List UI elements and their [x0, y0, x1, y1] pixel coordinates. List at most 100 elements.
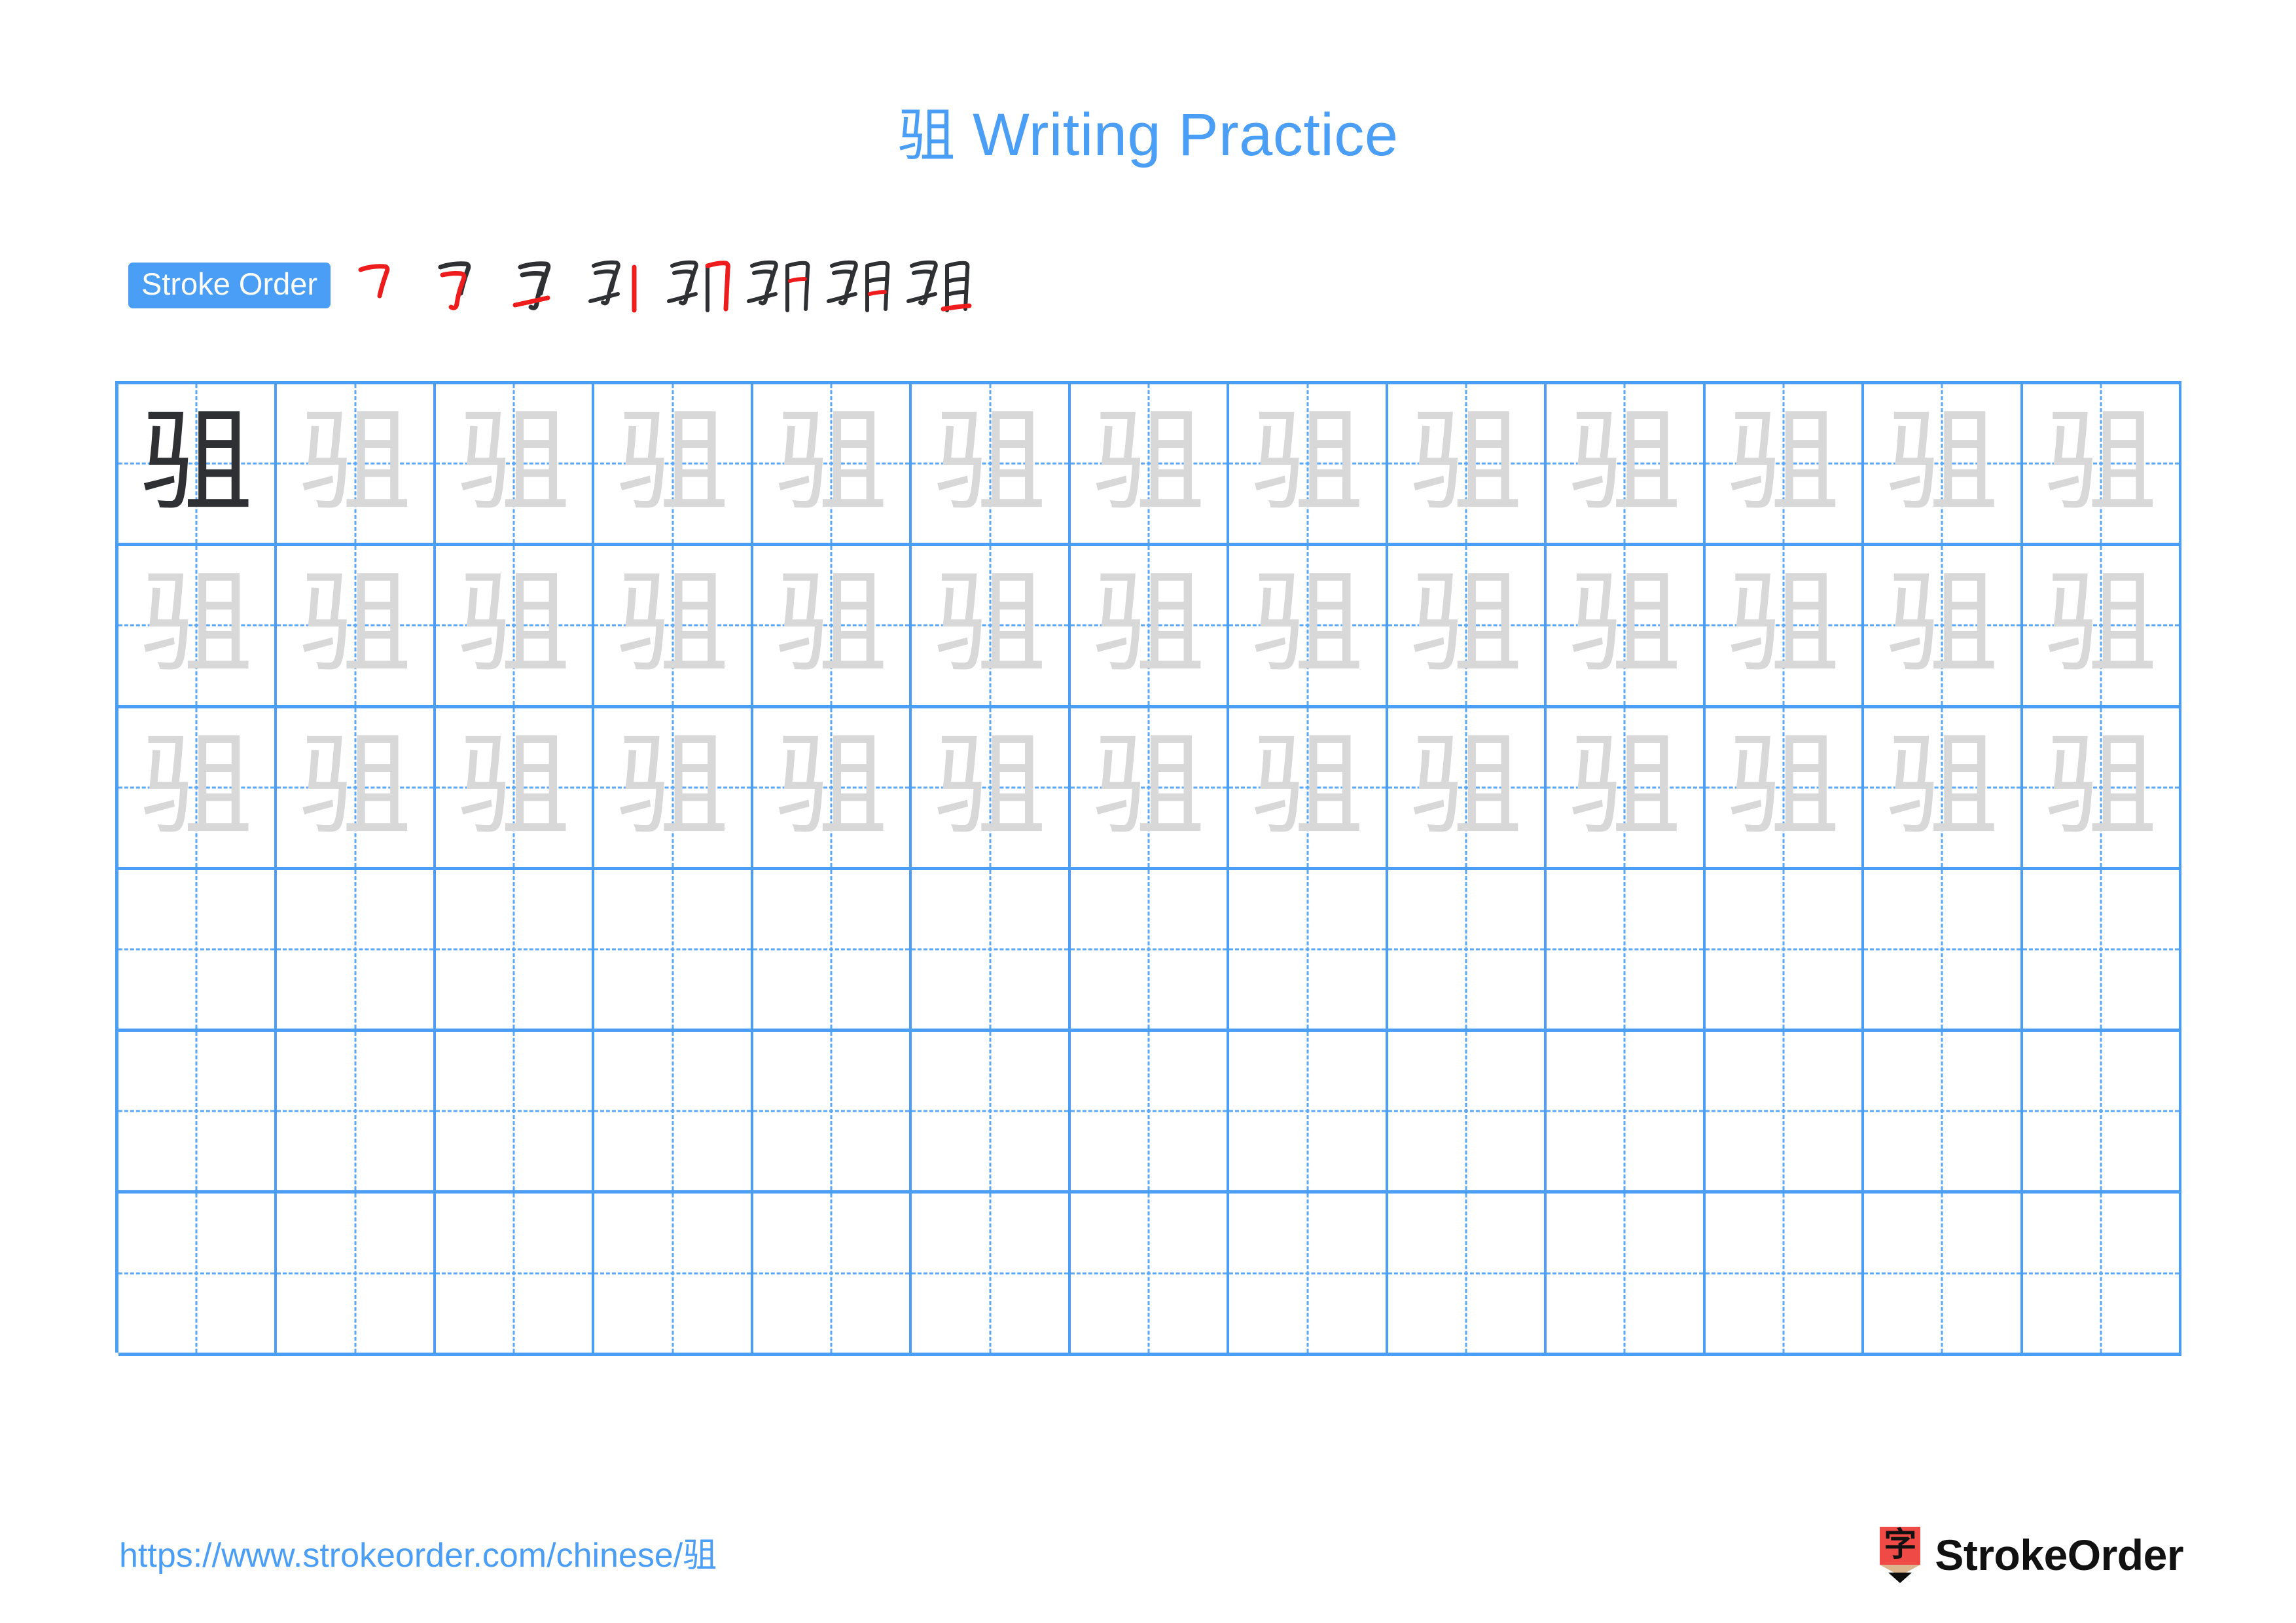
- practice-cell-trace[interactable]: 驵: [436, 708, 595, 867]
- practice-cell-trace[interactable]: 驵: [1229, 384, 1388, 543]
- trace-character: 驵: [2044, 395, 2157, 528]
- practice-cell-trace[interactable]: 驵: [753, 546, 912, 705]
- trace-character: 驵: [775, 557, 888, 689]
- trace-character: 驵: [933, 557, 1047, 689]
- stroke-step-8: [906, 253, 972, 318]
- practice-cell-blank[interactable]: [1547, 869, 1706, 1029]
- practice-cell-blank[interactable]: [1388, 1032, 1547, 1191]
- stroke-step-7: [827, 253, 892, 318]
- practice-cell-trace[interactable]: 驵: [1547, 708, 1706, 867]
- practice-cell-trace[interactable]: 驵: [594, 384, 753, 543]
- practice-cell-blank[interactable]: [2023, 869, 2182, 1029]
- practice-cell-trace[interactable]: 驵: [436, 546, 595, 705]
- practice-cell-trace[interactable]: 驵: [594, 546, 753, 705]
- practice-cell-blank[interactable]: [912, 869, 1071, 1029]
- practice-cell-trace[interactable]: 驵: [594, 708, 753, 867]
- practice-cell-blank[interactable]: [1706, 1194, 1865, 1353]
- practice-cell-blank[interactable]: [594, 869, 753, 1029]
- practice-cell-blank[interactable]: [912, 1194, 1071, 1353]
- practice-cell-trace[interactable]: 驵: [2023, 546, 2182, 705]
- practice-cell-blank[interactable]: [277, 1032, 436, 1191]
- practice-cell-blank[interactable]: [753, 1194, 912, 1353]
- practice-cell-blank[interactable]: [1864, 1194, 2023, 1353]
- practice-cell-trace[interactable]: 驵: [1071, 384, 1230, 543]
- practice-cell-blank[interactable]: [1229, 1032, 1388, 1191]
- practice-cell-blank[interactable]: [118, 869, 278, 1029]
- practice-row: 驵驵驵驵驵驵驵驵驵驵驵驵驵: [118, 546, 2182, 708]
- practice-cell-blank[interactable]: [1388, 1194, 1547, 1353]
- practice-cell-blank[interactable]: [118, 1032, 278, 1191]
- practice-cell-blank[interactable]: [594, 1032, 753, 1191]
- practice-cell-trace[interactable]: 驵: [436, 384, 595, 543]
- practice-cell-trace[interactable]: 驵: [1071, 546, 1230, 705]
- practice-cell-blank[interactable]: [1388, 869, 1547, 1029]
- practice-cell-trace[interactable]: 驵: [118, 708, 278, 867]
- practice-cell-blank[interactable]: [1071, 869, 1230, 1029]
- practice-cell-blank[interactable]: [1071, 1194, 1230, 1353]
- practice-cell-trace[interactable]: 驵: [1229, 546, 1388, 705]
- practice-cell-blank[interactable]: [436, 1194, 595, 1353]
- practice-cell-trace[interactable]: 驵: [1229, 708, 1388, 867]
- practice-cell-trace[interactable]: 驵: [1864, 384, 2023, 543]
- practice-cell-blank[interactable]: [1229, 1194, 1388, 1353]
- practice-row: 驵驵驵驵驵驵驵驵驵驵驵驵驵: [118, 384, 2182, 547]
- stroke-step-1: [348, 253, 413, 318]
- practice-cell-trace[interactable]: 驵: [1706, 384, 1865, 543]
- practice-cell-blank[interactable]: [277, 1194, 436, 1353]
- trace-character: 驵: [1092, 395, 1206, 528]
- practice-cell-blank[interactable]: [753, 869, 912, 1029]
- practice-cell-trace[interactable]: 驵: [277, 708, 436, 867]
- practice-cell-trace[interactable]: 驵: [1071, 708, 1230, 867]
- practice-cell-trace[interactable]: 驵: [1706, 708, 1865, 867]
- practice-cell-trace[interactable]: 驵: [753, 384, 912, 543]
- practice-row: [118, 869, 2182, 1032]
- practice-cell-trace[interactable]: 驵: [118, 546, 278, 705]
- practice-cell-blank[interactable]: [594, 1194, 753, 1353]
- practice-cell-blank[interactable]: [1229, 869, 1388, 1029]
- practice-cell-trace[interactable]: 驵: [277, 546, 436, 705]
- practice-cell-model[interactable]: 驵: [118, 384, 278, 543]
- practice-cell-trace[interactable]: 驵: [1388, 546, 1547, 705]
- trace-character: 驵: [1251, 719, 1364, 851]
- practice-cell-trace[interactable]: 驵: [2023, 708, 2182, 867]
- practice-cell-blank[interactable]: [1547, 1194, 1706, 1353]
- trace-character: 驵: [775, 395, 888, 528]
- footer-logo[interactable]: 字 StrokeOrder: [1880, 1519, 2183, 1591]
- practice-cell-blank[interactable]: [277, 869, 436, 1029]
- stroke-order-section: Stroke Order: [128, 254, 986, 317]
- practice-cell-trace[interactable]: 驵: [912, 384, 1071, 543]
- practice-cell-trace[interactable]: 驵: [277, 384, 436, 543]
- practice-cell-blank[interactable]: [1071, 1032, 1230, 1191]
- practice-cell-blank[interactable]: [436, 869, 595, 1029]
- practice-cell-blank[interactable]: [436, 1032, 595, 1191]
- practice-cell-trace[interactable]: 驵: [1864, 708, 2023, 867]
- practice-cell-blank[interactable]: [912, 1032, 1071, 1191]
- trace-character: 驵: [140, 719, 253, 851]
- practice-cell-trace[interactable]: 驵: [1547, 384, 1706, 543]
- practice-cell-blank[interactable]: [753, 1032, 912, 1191]
- practice-cell-blank[interactable]: [1864, 1032, 2023, 1191]
- practice-cell-trace[interactable]: 驵: [1547, 546, 1706, 705]
- practice-cell-blank[interactable]: [1547, 1032, 1706, 1191]
- stroke-step-6: [747, 253, 812, 318]
- stroke-step-4: [587, 253, 653, 318]
- practice-cell-trace[interactable]: 驵: [1388, 708, 1547, 867]
- practice-cell-trace[interactable]: 驵: [912, 708, 1071, 867]
- practice-cell-blank[interactable]: [2023, 1032, 2182, 1191]
- trace-character: 驵: [616, 719, 729, 851]
- practice-cell-trace[interactable]: 驵: [753, 708, 912, 867]
- practice-cell-blank[interactable]: [2023, 1194, 2182, 1353]
- practice-cell-trace[interactable]: 驵: [1388, 384, 1547, 543]
- footer-url[interactable]: https://www.strokeorder.com/chinese/驵: [119, 1539, 717, 1573]
- practice-cell-trace[interactable]: 驵: [912, 546, 1071, 705]
- pencil-logo-icon: 字: [1880, 1527, 1921, 1583]
- practice-cell-trace[interactable]: 驵: [2023, 384, 2182, 543]
- practice-cell-trace[interactable]: 驵: [1864, 546, 2023, 705]
- practice-cell-blank[interactable]: [1864, 869, 2023, 1029]
- practice-cell-blank[interactable]: [1706, 869, 1865, 1029]
- practice-cell-blank[interactable]: [118, 1194, 278, 1353]
- trace-character: 驵: [457, 557, 571, 689]
- practice-cell-trace[interactable]: 驵: [1706, 546, 1865, 705]
- practice-cell-blank[interactable]: [1706, 1032, 1865, 1191]
- trace-character: 驵: [1568, 557, 1681, 689]
